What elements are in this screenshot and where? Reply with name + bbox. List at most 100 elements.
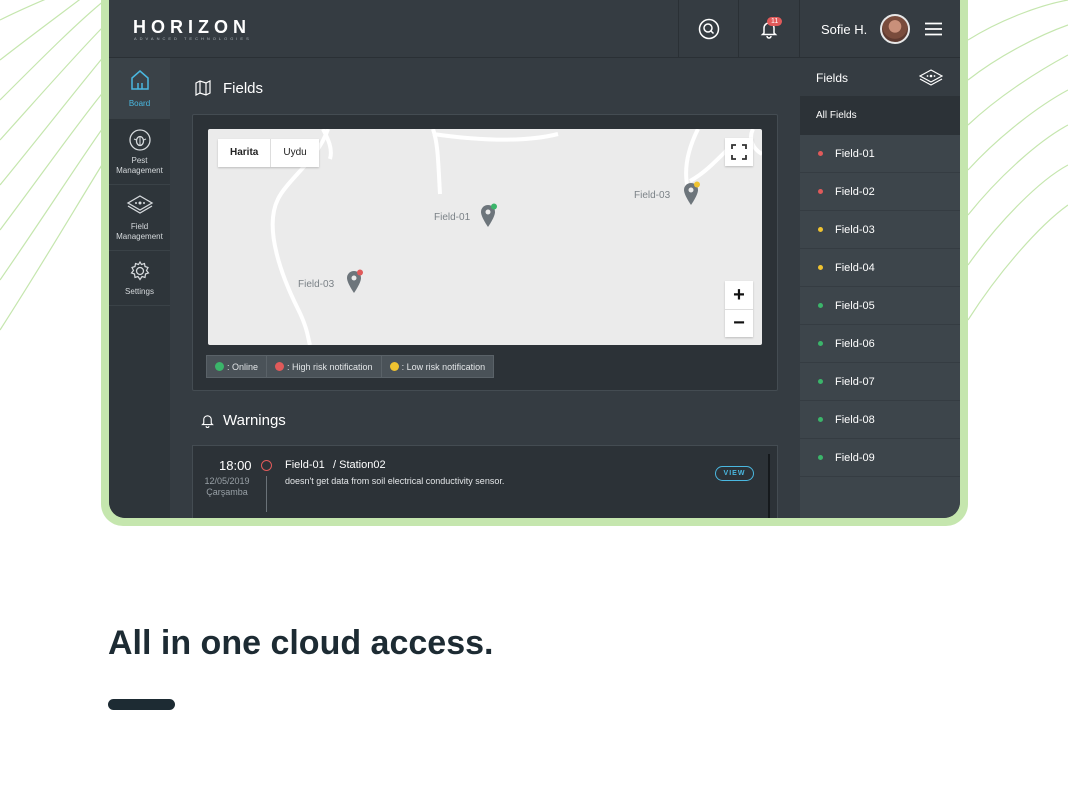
map-pin-field-03-west[interactable]: [346, 269, 364, 295]
warning-date-value: 12/05/2019: [204, 476, 250, 486]
warning-card: 18:00 12/05/2019 Çarşamba Field-01 / Sta…: [192, 445, 778, 518]
status-dot: [818, 341, 823, 346]
top-bar: HORIZON ADVANCED TECHNOLOGIES 11 Sofie H…: [109, 0, 960, 58]
field-list-label: Field-08: [835, 414, 875, 426]
field-list-label: Field-04: [835, 262, 875, 274]
bug-icon: [129, 129, 151, 151]
legend-online: : Online: [206, 355, 268, 378]
warnings-scrollbar[interactable]: [768, 454, 770, 518]
status-dot: [818, 189, 823, 194]
stage: HORIZON ADVANCED TECHNOLOGIES 11 Sofie H…: [0, 0, 1068, 800]
field-list-item[interactable]: Field-01: [800, 135, 960, 173]
tagline: All in one cloud access.: [108, 624, 494, 662]
status-dot: [818, 227, 823, 232]
fields-panel-header: Fields: [800, 58, 960, 96]
field-list-item[interactable]: Field-09: [800, 439, 960, 477]
legend-low-risk: : Low risk notification: [380, 355, 495, 378]
pin-label-field-03-west: Field-03: [298, 279, 335, 290]
field-list-label: Field-07: [835, 376, 875, 388]
field-list-label: Field-02: [835, 186, 875, 198]
home-icon: [131, 70, 149, 90]
field-list-item[interactable]: Field-02: [800, 173, 960, 211]
field-list-label: Field-09: [835, 452, 875, 464]
warning-time: 18:00: [219, 458, 252, 473]
fields-title: Fields: [223, 80, 264, 97]
warning-field: Field-01: [285, 459, 325, 471]
online-dot: [215, 362, 224, 371]
status-dot: [818, 303, 823, 308]
status-dot: [818, 265, 823, 270]
user-name: Sofie H.: [821, 22, 868, 37]
warnings-title: Warnings: [223, 412, 286, 429]
field-layers-icon[interactable]: [919, 69, 943, 87]
warning-station: / Station02: [333, 459, 386, 471]
field-icon: [126, 195, 154, 214]
field-list-item[interactable]: Field-08: [800, 401, 960, 439]
app-screen: HORIZON ADVANCED TECHNOLOGIES 11 Sofie H…: [109, 0, 960, 518]
warning-day: Çarşamba: [206, 487, 248, 497]
hamburger-menu-icon[interactable]: [925, 22, 942, 36]
map-pin-field-01[interactable]: [480, 203, 498, 229]
search-button[interactable]: [678, 0, 738, 58]
field-list-item[interactable]: Field-07: [800, 363, 960, 401]
field-list-item[interactable]: Field-06: [800, 325, 960, 363]
field-list-item[interactable]: Field-05: [800, 287, 960, 325]
accent-bar: [108, 699, 175, 710]
gear-icon: [130, 260, 150, 281]
user-menu[interactable]: Sofie H.: [799, 0, 960, 58]
nav-item-board[interactable]: Board: [109, 58, 170, 119]
all-fields-item[interactable]: All Fields: [800, 96, 960, 135]
field-list-label: Field-01: [835, 148, 875, 160]
avatar[interactable]: [880, 14, 910, 44]
status-dot: [818, 417, 823, 422]
legend-online-label: : Online: [227, 361, 259, 372]
timeline-line: [266, 476, 267, 512]
zoom-control: + −: [725, 281, 753, 337]
view-button[interactable]: VIEW: [715, 466, 754, 481]
zoom-out-button[interactable]: −: [725, 309, 753, 337]
field-list-label: Field-05: [835, 300, 875, 312]
zoom-in-button[interactable]: +: [725, 281, 753, 309]
legend-high-risk-label: : High risk notification: [287, 361, 373, 372]
map[interactable]: Harita Uydu + − Field-01 Field-03 Field-…: [208, 129, 762, 345]
warning-bell-icon: [201, 415, 214, 428]
field-list-item[interactable]: Field-03: [800, 211, 960, 249]
map-card: Harita Uydu + − Field-01 Field-03 Field-…: [192, 114, 778, 391]
legend-low-risk-label: : Low risk notification: [401, 361, 486, 372]
fields-panel-title: Fields: [816, 71, 849, 85]
nav-label-board: Board: [128, 99, 151, 108]
pin-label-field-03-east: Field-03: [634, 190, 671, 201]
fullscreen-icon: [731, 144, 747, 160]
pin-label-field-01: Field-01: [434, 212, 471, 223]
nav-item-settings[interactable]: Settings: [109, 251, 170, 306]
fields-panel: Fields All Fields Field-01 Field-02 Fiel…: [800, 58, 960, 518]
warning-date: 12/05/2019 Çarşamba: [204, 476, 250, 498]
high-risk-dot: [275, 362, 285, 371]
nav-label-settings: Settings: [125, 287, 154, 296]
status-dot: [818, 151, 823, 156]
map-type-uydu[interactable]: Uydu: [270, 139, 318, 167]
map-type-toggle: Harita Uydu: [218, 139, 319, 167]
field-list-label: Field-06: [835, 338, 875, 350]
map-icon: [195, 80, 211, 96]
field-list-item[interactable]: Field-04: [800, 249, 960, 287]
warning-status-circle: [261, 460, 272, 471]
fullscreen-button[interactable]: [725, 138, 753, 166]
field-list-label: Field-03: [835, 224, 875, 236]
nav-item-pest-management[interactable]: Pest Management: [109, 119, 170, 185]
map-legend: : Online : High risk notification : Low …: [206, 355, 495, 378]
nav-label-field-management: Field Management: [116, 222, 163, 241]
left-navigation: Board Pest Management Field Management S…: [109, 58, 170, 518]
search-icon: [698, 18, 719, 40]
notifications-button[interactable]: 11: [738, 0, 798, 58]
low-risk-dot: [389, 362, 399, 371]
logo: HORIZON: [133, 17, 251, 37]
map-pin-field-03-east[interactable]: [683, 181, 701, 207]
logo-subtitle: ADVANCED TECHNOLOGIES: [134, 36, 252, 41]
notification-badge: 11: [767, 17, 783, 26]
map-type-harita[interactable]: Harita: [218, 139, 270, 167]
status-dot: [818, 455, 823, 460]
nav-item-field-management[interactable]: Field Management: [109, 185, 170, 251]
all-fields-label: All Fields: [816, 110, 857, 121]
nav-label-pest-management: Pest Management: [116, 156, 163, 175]
